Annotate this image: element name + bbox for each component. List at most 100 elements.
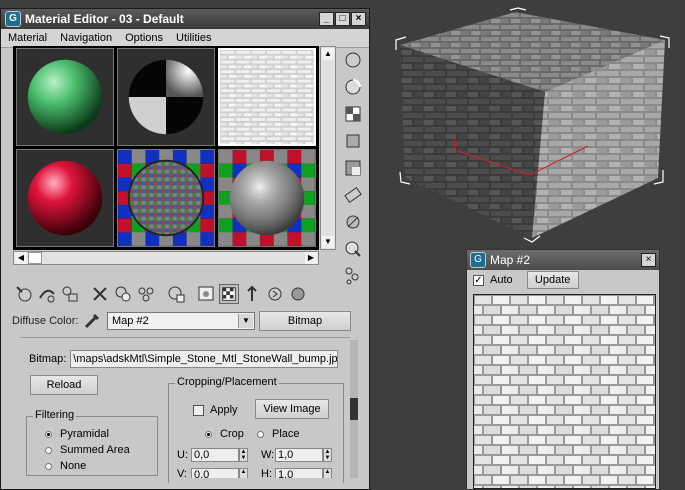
stone-texture-preview (473, 294, 656, 489)
eyedropper-icon[interactable] (82, 312, 102, 330)
assign-to-selection-icon[interactable] (60, 284, 80, 304)
rollout-scroll-thumb[interactable] (350, 398, 358, 420)
radio-label: Summed Area (60, 444, 130, 456)
sample-slot-red-sphere[interactable] (16, 149, 114, 247)
map-window-title: Map #2 (490, 253, 531, 267)
bitmap-parameters-rollout: Bitmap: \maps\adskMtl\Simple_Stone_Mtl_S… (20, 337, 350, 483)
menu-navigation[interactable]: Navigation (53, 32, 118, 44)
update-button[interactable]: Update (526, 271, 579, 289)
map-window-titlebar[interactable]: G Map #2 × (467, 250, 659, 270)
map-close-button[interactable]: × (641, 253, 656, 267)
bitmap-row: Bitmap: \maps\adskMtl\Simple_Stone_Mtl_S… (29, 350, 339, 368)
bitmap-label: Bitmap: (29, 353, 67, 365)
put-to-scene-icon[interactable] (37, 284, 57, 304)
radio-summed-area[interactable]: Summed Area (45, 442, 130, 458)
filtering-title: Filtering (33, 409, 77, 421)
radio-place[interactable]: Place (257, 426, 300, 442)
make-preview-icon[interactable] (343, 185, 363, 205)
map-name-dropdown[interactable]: Map #2 ▼ (107, 312, 255, 330)
diffuse-color-label: Diffuse Color: (12, 315, 79, 327)
v-spinner[interactable]: V: 0,0 ▲ (177, 468, 248, 478)
sample-uv-icon[interactable] (343, 131, 363, 151)
3dsmax-logo-icon: G (470, 252, 486, 268)
stone-cube[interactable] (380, 0, 685, 250)
h-label: H: (261, 468, 272, 478)
bitmap-type-button[interactable]: Bitmap (259, 311, 351, 331)
make-unique-icon[interactable] (113, 284, 133, 304)
spinner-arrows-icon[interactable]: ▲ (239, 468, 248, 478)
menu-options[interactable]: Options (118, 32, 169, 44)
scroll-right-arrow-icon[interactable]: ▶ (305, 252, 317, 264)
background-icon[interactable] (343, 104, 363, 124)
reset-map-icon[interactable] (90, 284, 110, 304)
bitmap-path-button[interactable]: \maps\adskMtl\Simple_Stone_Mtl_StoneWall… (70, 350, 339, 368)
go-to-parent-icon[interactable] (242, 284, 262, 304)
radio-dot (257, 430, 264, 438)
spinner-arrows-icon[interactable]: ▲ ▼ (239, 448, 248, 462)
filtering-group: Filtering Pyramidal Summed Area None (26, 409, 158, 476)
spinner-arrows-icon[interactable]: ▲ ▼ (323, 448, 332, 462)
radio-dot (45, 462, 52, 470)
chevron-down-icon[interactable]: ▼ (238, 314, 253, 328)
v-label: V: (177, 468, 187, 478)
backlight-icon[interactable] (343, 77, 363, 97)
diffuse-color-row: Diffuse Color: Map #2 ▼ Bitmap (12, 311, 351, 331)
view-image-button[interactable]: View Image (255, 399, 329, 419)
get-material-icon[interactable] (14, 284, 34, 304)
map-name-value: Map #2 (112, 315, 149, 327)
h-spinner[interactable]: H: 1,0 ▲ (261, 468, 332, 478)
cropping-title: Cropping/Placement (175, 376, 279, 388)
window-title: Material Editor - 03 - Default (25, 12, 184, 26)
maximize-button[interactable]: □ (335, 12, 350, 26)
options-icon[interactable] (343, 212, 363, 232)
reload-button[interactable]: Reload (30, 375, 98, 395)
horizontal-toolbar (14, 284, 308, 304)
u-spinner[interactable]: U: 0,0 ▲ ▼ (177, 448, 248, 462)
scroll-thumb[interactable] (28, 252, 42, 264)
select-by-material-icon[interactable] (343, 239, 363, 259)
put-to-library-icon[interactable] (136, 284, 156, 304)
material-id-channel-icon[interactable] (166, 284, 186, 304)
show-shaded-icon[interactable] (196, 284, 216, 304)
material-editor-titlebar[interactable]: G Material Editor - 03 - Default _ □ × (1, 9, 369, 29)
u-value[interactable]: 0,0 (191, 448, 239, 462)
sample-type-icon[interactable] (343, 50, 363, 70)
sample-slot-bw-sphere[interactable] (117, 48, 215, 146)
slots-horizontal-scrollbar[interactable]: ◀ ▶ (13, 251, 319, 265)
material-navigator-icon[interactable] (288, 284, 308, 304)
radio-crop[interactable]: Crop (205, 426, 244, 442)
radio-label: Pyramidal (60, 428, 109, 440)
h-value[interactable]: 1,0 (275, 468, 323, 478)
material-map-navigator-icon[interactable] (343, 266, 363, 286)
cropping-placement-group: Cropping/Placement Apply View Image Crop… (168, 376, 344, 483)
minimize-button[interactable]: _ (319, 12, 334, 26)
sample-slot-green-sphere[interactable] (16, 48, 114, 146)
scroll-up-arrow-icon[interactable]: ▲ (322, 48, 334, 60)
w-spinner[interactable]: W: 1,0 ▲ ▼ (261, 448, 332, 462)
go-forward-icon[interactable] (265, 284, 285, 304)
scroll-down-arrow-icon[interactable]: ▼ (322, 236, 334, 248)
show-end-result-icon[interactable] (219, 284, 239, 304)
radio-pyramidal[interactable]: Pyramidal (45, 426, 130, 442)
vertical-toolbar (341, 50, 365, 293)
v-value[interactable]: 0,0 (191, 468, 239, 478)
radio-dot (45, 430, 52, 438)
apply-label: Apply (210, 404, 238, 416)
radio-none[interactable]: None (45, 458, 130, 474)
sample-slot-glossy-checker-sphere[interactable] (218, 149, 316, 247)
sample-slots (13, 46, 319, 250)
sample-slot-stone-texture[interactable] (218, 48, 316, 146)
w-value[interactable]: 1,0 (275, 448, 323, 462)
menu-utilities[interactable]: Utilities (169, 32, 217, 44)
scroll-left-arrow-icon[interactable]: ◀ (15, 252, 27, 264)
spinner-arrows-icon[interactable]: ▲ (323, 468, 332, 478)
apply-checkbox[interactable]: Apply (193, 404, 238, 416)
sample-slot-checker-sphere[interactable] (117, 149, 215, 247)
close-button[interactable]: × (351, 12, 366, 26)
rollout-scrollbar[interactable] (350, 340, 358, 478)
auto-checkbox[interactable]: ✓ (473, 274, 484, 286)
u-label: U: (177, 449, 188, 461)
slots-vertical-scrollbar[interactable]: ▲ ▼ (320, 46, 336, 250)
menu-material[interactable]: Material (1, 32, 53, 44)
video-color-check-icon[interactable] (343, 158, 363, 178)
